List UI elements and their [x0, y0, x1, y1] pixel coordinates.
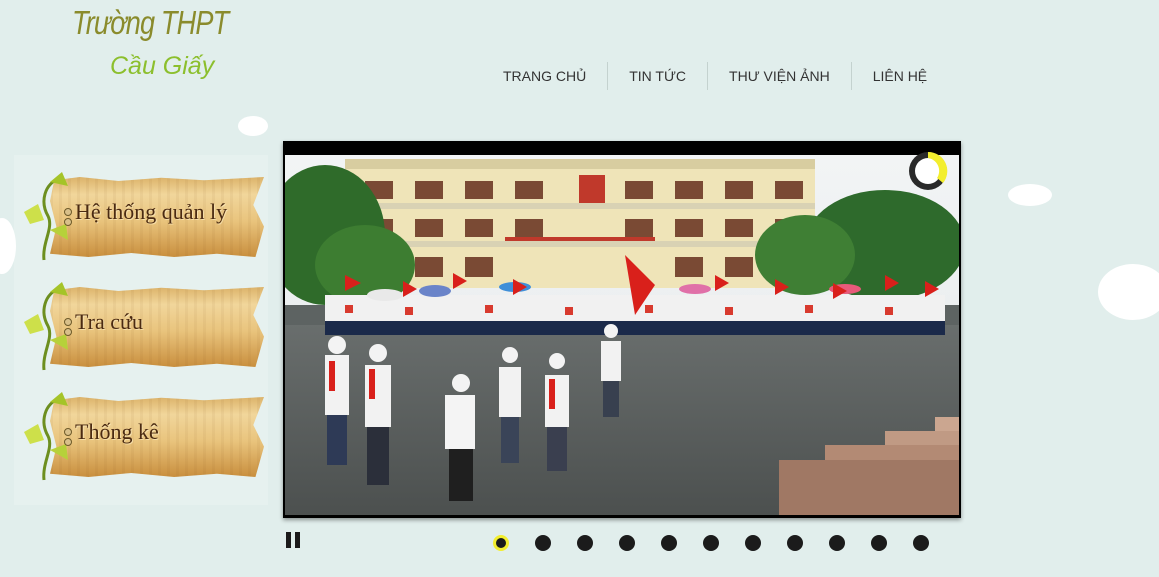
main-nav: TRANG CHỦ TIN TỨC THƯ VIỆN ẢNH LIÊN HỆ	[482, 60, 948, 92]
cloud-decoration	[1098, 264, 1159, 320]
sidebar-item-label: Thống kê	[75, 419, 159, 444]
logo-title: Trường THPT	[72, 4, 229, 41]
nav-item-gallery[interactable]: THƯ VIỆN ẢNH	[708, 60, 851, 92]
slider-dot[interactable]	[787, 535, 803, 551]
sidebar-item-label: Tra cứu	[75, 309, 143, 334]
pause-icon	[286, 532, 291, 548]
slider-dot[interactable]	[577, 535, 593, 551]
slider-dot[interactable]	[913, 535, 929, 551]
slider-dot[interactable]	[535, 535, 551, 551]
sidebar-item-management-system[interactable]: Hệ thống quản lý	[20, 172, 270, 266]
slide-photo	[285, 155, 959, 515]
slider-pagination	[493, 535, 929, 551]
pause-icon	[295, 532, 300, 548]
cloud-decoration	[238, 116, 268, 136]
sidebar-item-statistics[interactable]: Thống kê	[20, 392, 270, 486]
slider-dot[interactable]	[745, 535, 761, 551]
sidebar-item-lookup[interactable]: Tra cứu	[20, 282, 270, 376]
sidebar-item-label: Hệ thống quản lý	[75, 199, 228, 224]
leaf-vine-icon	[24, 172, 72, 261]
slider-dot[interactable]	[661, 535, 677, 551]
leaf-vine-icon	[24, 392, 72, 481]
slider-dot[interactable]	[703, 535, 719, 551]
site-logo[interactable]: Trường THPT Cầu Giấy	[0, 0, 268, 92]
slider-dot[interactable]	[829, 535, 845, 551]
loading-ring-icon	[909, 151, 948, 190]
pause-button[interactable]	[286, 532, 302, 548]
nav-item-home[interactable]: TRANG CHỦ	[482, 60, 607, 92]
cloud-decoration	[1008, 184, 1052, 206]
nav-item-contact[interactable]: LIÊN HỆ	[852, 60, 948, 92]
nav-item-news[interactable]: TIN TỨC	[608, 60, 707, 92]
slider-dot[interactable]	[871, 535, 887, 551]
slider-dot[interactable]	[619, 535, 635, 551]
logo-subtitle: Cầu Giấy	[110, 52, 215, 80]
image-slider[interactable]	[283, 141, 961, 518]
slider-dot[interactable]	[493, 535, 509, 551]
leaf-vine-icon	[24, 282, 72, 371]
